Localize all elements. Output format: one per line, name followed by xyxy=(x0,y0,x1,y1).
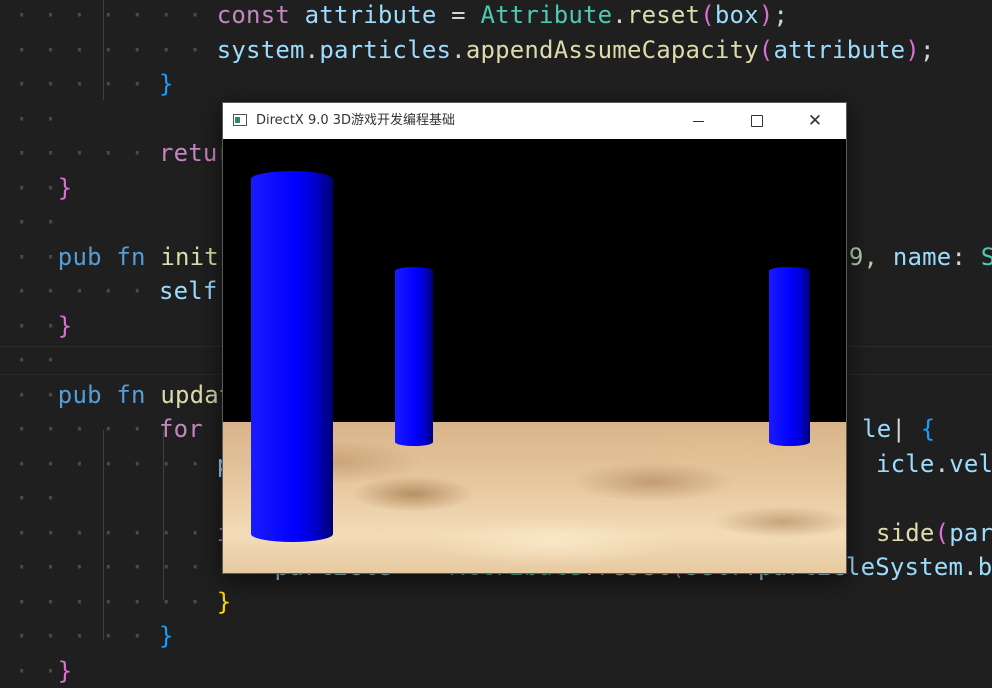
code-token: } xyxy=(158,70,174,98)
whitespace-dots: · · · · · · · xyxy=(0,1,217,29)
code-token: } xyxy=(158,622,174,650)
code-token: system xyxy=(216,35,305,64)
pillar-left-near xyxy=(251,171,333,542)
window-titlebar[interactable]: DirectX 9.0 3D游戏开发编程基础 ✕ xyxy=(223,103,846,139)
code-line[interactable]: · ·} xyxy=(0,171,72,205)
pillar-right-far xyxy=(769,267,810,446)
whitespace-dots: · · · · · xyxy=(0,415,159,443)
code-line[interactable]: · ·} xyxy=(0,309,72,343)
code-token: for xyxy=(158,415,218,443)
minimize-button[interactable] xyxy=(670,103,728,139)
code-token: fn xyxy=(116,380,161,409)
whitespace-dots: · · · · · · · xyxy=(0,518,217,547)
whitespace-dots: · · · · · xyxy=(0,70,159,98)
code-token: appendAssumeCapacity xyxy=(465,35,759,64)
code-token: veloc xyxy=(949,449,992,478)
maximize-button[interactable] xyxy=(728,103,786,139)
code-line[interactable]: · · xyxy=(0,102,58,136)
whitespace-dots: · · xyxy=(0,104,58,133)
code-token: } xyxy=(216,587,232,616)
whitespace-dots: · · xyxy=(0,311,58,340)
code-token: pub xyxy=(57,380,117,409)
code-token: init xyxy=(160,242,219,271)
code-token: box xyxy=(714,1,759,29)
code-token: reset xyxy=(626,1,701,29)
close-button[interactable]: ✕ xyxy=(786,103,844,139)
code-token: attribute xyxy=(304,1,437,29)
window-title: DirectX 9.0 3D游戏开发编程基础 xyxy=(256,113,456,128)
code-token: } xyxy=(57,173,73,202)
code-token: fn xyxy=(116,242,161,271)
code-token: pub xyxy=(57,242,117,271)
code-token: } xyxy=(57,311,73,340)
pillar-center-far xyxy=(395,267,433,446)
code-line[interactable]: · · · · · · · system.particles.appendAss… xyxy=(0,33,935,67)
code-token: { xyxy=(920,415,936,443)
code-line[interactable]: · ·pub fn update xyxy=(0,378,248,412)
code-token: ( xyxy=(934,518,950,547)
code-token: . xyxy=(963,553,978,581)
whitespace-dots: · · · · · · · xyxy=(0,35,217,64)
code-line[interactable]: · · xyxy=(0,343,58,377)
maximize-icon xyxy=(751,115,763,127)
indent-guide xyxy=(103,430,104,640)
whitespace-dots: · · xyxy=(0,208,58,236)
code-token: ( xyxy=(700,1,715,29)
whitespace-dots: · · xyxy=(0,242,58,271)
indent-guide xyxy=(163,430,164,600)
code-token: ; xyxy=(919,35,935,64)
code-token: Attribute xyxy=(480,1,613,29)
code-token: particles xyxy=(319,35,452,64)
app-window-icon xyxy=(233,114,247,126)
whitespace-dots: · · · · · xyxy=(0,622,159,650)
whitespace-dots: · · · · · xyxy=(0,277,159,305)
directx-window[interactable]: DirectX 9.0 3D游戏开发编程基础 ✕ xyxy=(222,102,847,574)
code-line[interactable]: · · · · · } xyxy=(0,67,174,101)
code-token: . xyxy=(304,35,320,64)
minimize-icon xyxy=(693,121,704,122)
code-token: ; xyxy=(773,1,789,29)
code-token: ) xyxy=(758,1,774,29)
code-token: : xyxy=(951,242,981,271)
code-line[interactable]: · · · · · · · const attribute = Attribut… xyxy=(0,0,788,32)
code-token: name xyxy=(892,242,952,271)
code-token: } xyxy=(57,656,73,685)
code-token: ) xyxy=(905,35,920,64)
code-line[interactable]: · ·} xyxy=(0,654,72,688)
whitespace-dots: · · xyxy=(0,656,58,685)
whitespace-dots: · · xyxy=(0,173,58,202)
whitespace-dots: · · xyxy=(0,484,58,512)
whitespace-dots: · · · · · · · xyxy=(0,449,217,478)
whitespace-dots: · · xyxy=(0,346,58,374)
code-token: bou xyxy=(977,553,992,581)
whitespace-dots: · · · · · · · xyxy=(0,587,217,616)
whitespace-dots: · · · · · xyxy=(0,139,159,167)
code-token: . xyxy=(451,35,466,64)
code-token: S xyxy=(980,242,992,271)
code-token: = xyxy=(436,1,481,29)
whitespace-dots: · · xyxy=(0,380,58,409)
code-line[interactable]: · · · · · } xyxy=(0,619,174,653)
code-token: | xyxy=(891,415,921,443)
code-line[interactable]: · · · · · · · } xyxy=(0,585,231,619)
code-line[interactable]: · · xyxy=(0,205,58,239)
close-icon: ✕ xyxy=(807,111,823,131)
code-token: ( xyxy=(758,35,774,64)
indent-guide xyxy=(103,0,104,100)
code-token: const xyxy=(216,1,305,29)
code-token: . xyxy=(934,449,950,478)
code-line[interactable]: · · xyxy=(0,481,58,515)
code-token: . xyxy=(612,1,627,29)
code-token: attribute xyxy=(773,35,906,64)
render-viewport[interactable] xyxy=(223,139,846,573)
code-token: self xyxy=(158,277,218,305)
code-token: parti xyxy=(949,518,992,547)
